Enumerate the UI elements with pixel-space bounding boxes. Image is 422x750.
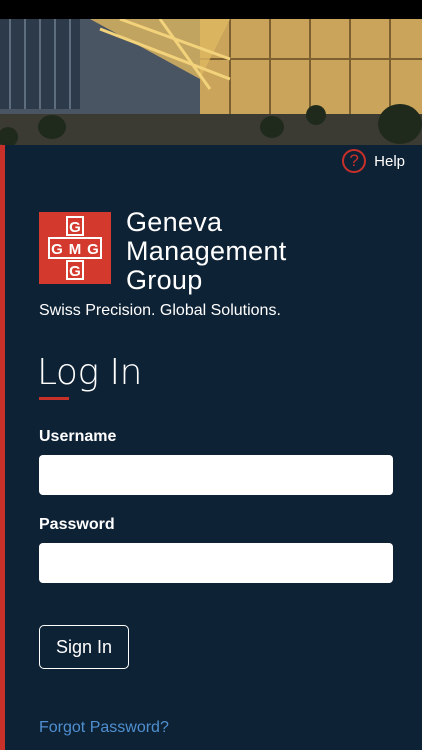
forgot-password-link[interactable]: Forgot Password?	[39, 719, 169, 737]
accent-bar	[0, 145, 5, 750]
status-bar	[0, 0, 422, 19]
company-name-line3: Group	[126, 265, 203, 295]
password-label: Password	[39, 516, 115, 533]
svg-text:G: G	[69, 219, 81, 236]
help-label: Help	[374, 152, 405, 170]
sign-in-button[interactable]: Sign In	[39, 625, 129, 669]
help-button[interactable]: ? Help	[342, 149, 405, 173]
password-input[interactable]	[39, 543, 393, 583]
hero-building-image	[0, 19, 422, 145]
page-title: Log In	[37, 352, 142, 393]
svg-text:G: G	[69, 263, 81, 280]
svg-text:G: G	[87, 241, 99, 258]
company-name-line2: Management	[126, 236, 287, 266]
title-underline	[39, 397, 69, 400]
svg-text:G: G	[51, 241, 63, 258]
company-name-line1: Geneva	[126, 207, 223, 237]
username-input[interactable]	[39, 455, 393, 495]
tagline: Swiss Precision. Global Solutions.	[39, 302, 281, 319]
company-name: Geneva Management Group	[126, 208, 287, 295]
svg-text:M: M	[69, 241, 82, 258]
gmg-logo-mark: G G M G G	[39, 212, 111, 284]
question-circle-icon: ?	[342, 149, 367, 173]
username-label: Username	[39, 428, 117, 445]
